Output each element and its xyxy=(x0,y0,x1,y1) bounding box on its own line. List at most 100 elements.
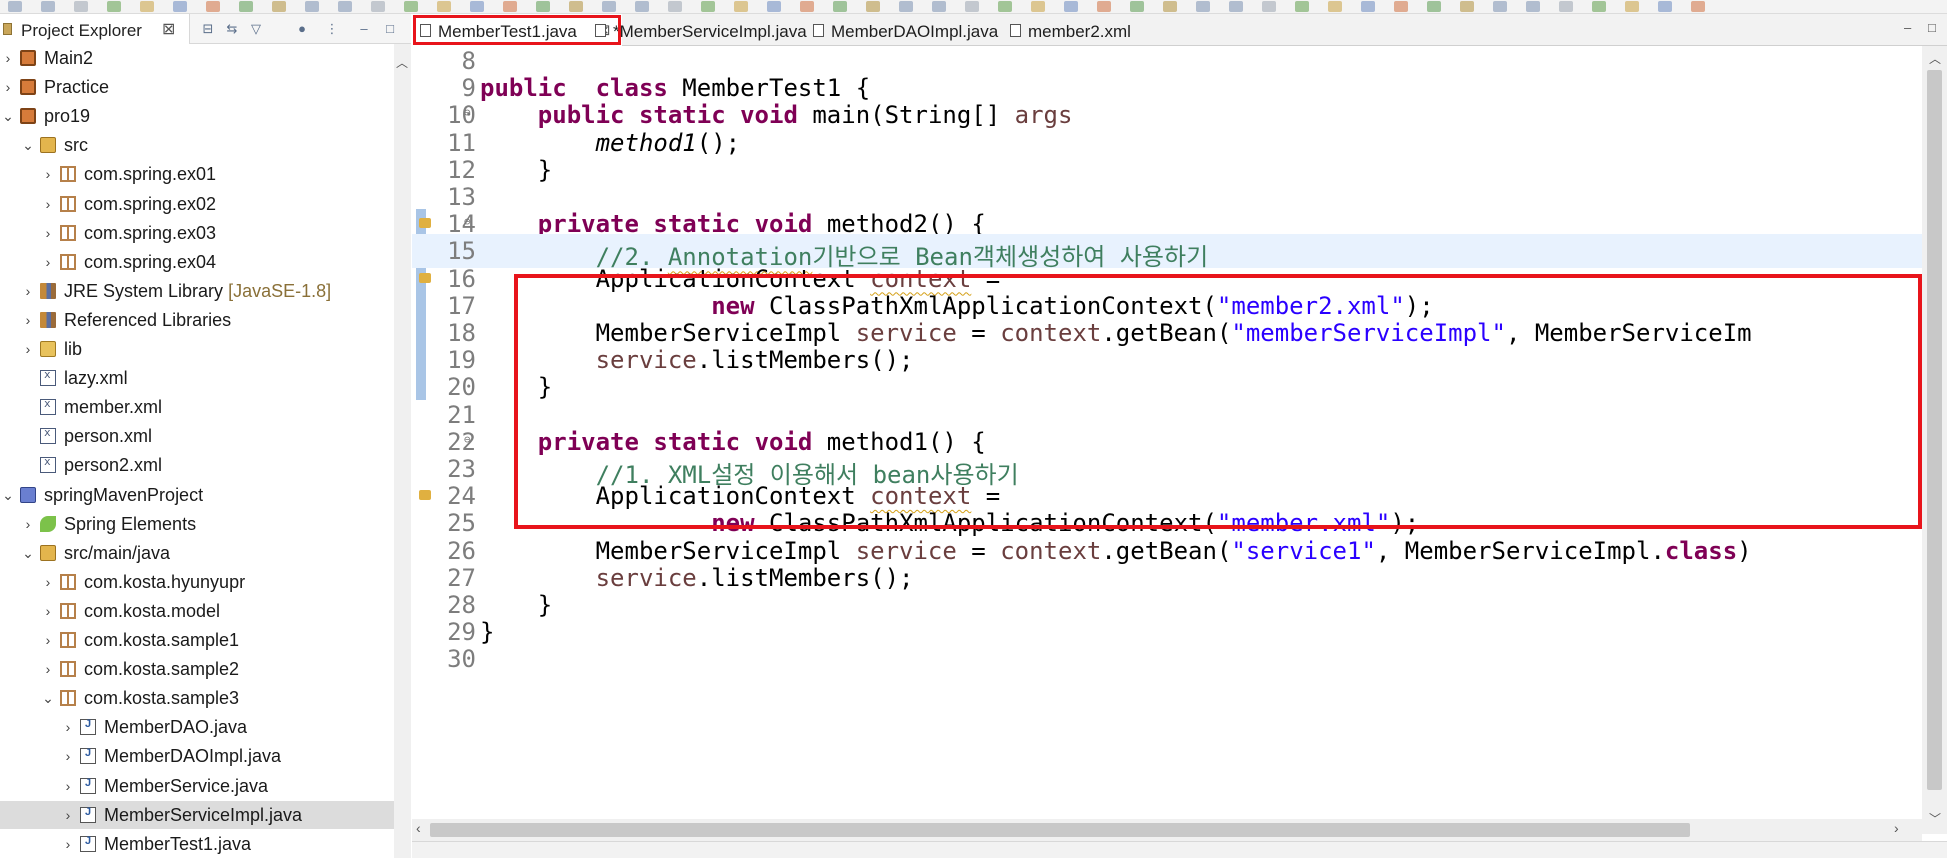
chevron-right-icon[interactable] xyxy=(22,456,34,474)
toolbar-button-icon[interactable] xyxy=(239,1,253,12)
scroll-right-icon[interactable]: › xyxy=(1894,820,1899,836)
toolbar-button-icon[interactable] xyxy=(1262,1,1276,12)
chevron-right-icon[interactable]: › xyxy=(62,718,74,736)
tab-editor-4[interactable]: member2.xml xyxy=(1002,14,1152,46)
toolbar-button-icon[interactable] xyxy=(1427,1,1441,12)
tree-item[interactable]: person2.xml xyxy=(0,451,394,479)
chevron-right-icon[interactable]: › xyxy=(42,224,54,242)
chevron-right-icon[interactable]: › xyxy=(42,195,54,213)
toolbar-button-icon[interactable] xyxy=(1064,1,1078,12)
chevron-down-icon[interactable]: ⌄ xyxy=(22,136,34,154)
toolbar-button-icon[interactable] xyxy=(272,1,286,12)
tree-item[interactable]: ⌄ springMavenProject xyxy=(0,481,394,509)
chevron-right-icon[interactable]: › xyxy=(22,340,34,358)
chevron-right-icon[interactable]: › xyxy=(42,573,54,591)
toolbar-button-icon[interactable] xyxy=(734,1,748,12)
code-editor[interactable]: 8 9 public class MemberTest1 {10 ⊖ public s… xyxy=(412,46,1922,834)
chevron-right-icon[interactable]: › xyxy=(2,78,14,96)
chevron-right-icon[interactable]: › xyxy=(42,602,54,620)
toolbar-button-icon[interactable] xyxy=(1493,1,1507,12)
tree-item[interactable]: › com.spring.ex02 xyxy=(0,190,394,218)
toolbar-button-icon[interactable] xyxy=(1163,1,1177,12)
toolbar-button-icon[interactable] xyxy=(1130,1,1144,12)
tree-item[interactable]: member.xml xyxy=(0,393,394,421)
toolbar-button-icon[interactable] xyxy=(1625,1,1639,12)
scroll-down-icon[interactable]: ﹀ xyxy=(1929,810,1941,827)
tree-item[interactable]: ⌄ src/main/java xyxy=(0,539,394,567)
toolbar-button-icon[interactable] xyxy=(305,1,319,12)
chevron-right-icon[interactable]: › xyxy=(62,747,74,765)
maximize-icon[interactable]: □ xyxy=(1928,20,1936,35)
toolbar-button-icon[interactable] xyxy=(1295,1,1309,12)
toolbar-button-icon[interactable] xyxy=(1658,1,1672,12)
toolbar-button-icon[interactable] xyxy=(965,1,979,12)
toolbar-button-icon[interactable] xyxy=(1592,1,1606,12)
tree-item[interactable]: › MemberDAO.java xyxy=(0,713,394,741)
toolbar-button-icon[interactable] xyxy=(1691,1,1705,12)
chevron-right-icon[interactable]: › xyxy=(22,311,34,329)
toolbar-button-icon[interactable] xyxy=(8,1,22,12)
minimize-icon[interactable]: – xyxy=(1904,20,1911,35)
toolbar-button-icon[interactable] xyxy=(1229,1,1243,12)
chevron-right-icon[interactable] xyxy=(22,369,34,387)
toolbar-button-icon[interactable] xyxy=(998,1,1012,12)
toolbar-button-icon[interactable] xyxy=(1559,1,1573,12)
editor-vertical-scrollbar[interactable]: ︿ ﹀ xyxy=(1922,46,1947,834)
filter-icon[interactable]: ▽ xyxy=(248,21,264,37)
fold-toggle-icon[interactable]: ⊖ xyxy=(464,433,471,446)
toolbar-button-icon[interactable] xyxy=(1328,1,1342,12)
maximize-icon[interactable]: □ xyxy=(382,21,398,37)
project-tree-scrollbar[interactable]: ︿ xyxy=(394,44,411,858)
toolbar-button-icon[interactable] xyxy=(338,1,352,12)
scroll-left-icon[interactable]: ‹ xyxy=(416,820,421,836)
tree-item[interactable]: › MemberServiceImpl.java xyxy=(0,800,394,829)
tree-item[interactable]: lazy.xml xyxy=(0,364,394,392)
tree-item[interactable]: › com.kosta.model xyxy=(0,597,394,625)
toolbar-button-icon[interactable] xyxy=(140,1,154,12)
tree-item[interactable]: person.xml xyxy=(0,422,394,450)
chevron-right-icon[interactable]: › xyxy=(42,253,54,271)
toolbar-button-icon[interactable] xyxy=(1460,1,1474,12)
toolbar-button-icon[interactable] xyxy=(1394,1,1408,12)
tree-item[interactable]: ⌄ src xyxy=(0,131,394,159)
toolbar-button-icon[interactable] xyxy=(1097,1,1111,12)
focus-icon[interactable]: ● xyxy=(294,21,310,37)
toolbar-button-icon[interactable] xyxy=(668,1,682,12)
tree-item[interactable]: › Practice xyxy=(0,73,394,101)
toolbar-button-icon[interactable] xyxy=(866,1,880,12)
toolbar-button-icon[interactable] xyxy=(206,1,220,12)
tree-item[interactable]: › MemberService.java xyxy=(0,772,394,800)
chevron-right-icon[interactable]: › xyxy=(22,282,34,300)
toolbar-button-icon[interactable] xyxy=(173,1,187,12)
toolbar-button-icon[interactable] xyxy=(1361,1,1375,12)
scrollbar-thumb[interactable] xyxy=(1927,70,1942,790)
toolbar-button-icon[interactable] xyxy=(536,1,550,12)
toolbar-button-icon[interactable] xyxy=(503,1,517,12)
tree-item[interactable]: › MemberTest1.java xyxy=(0,830,394,858)
chevron-right-icon[interactable]: › xyxy=(42,660,54,678)
chevron-down-icon[interactable]: ⌄ xyxy=(42,689,54,707)
chevron-down-icon[interactable]: ⌄ xyxy=(2,107,14,125)
toolbar-button-icon[interactable] xyxy=(569,1,583,12)
toolbar-button-icon[interactable] xyxy=(41,1,55,12)
toolbar-button-icon[interactable] xyxy=(701,1,715,12)
editor-horizontal-scrollbar[interactable]: ‹ › xyxy=(412,819,1922,841)
toolbar-button-icon[interactable] xyxy=(800,1,814,12)
tree-item[interactable]: › lib xyxy=(0,335,394,363)
toolbar-button-icon[interactable] xyxy=(371,1,385,12)
chevron-right-icon[interactable]: › xyxy=(42,165,54,183)
tree-item[interactable]: › com.kosta.sample2 xyxy=(0,655,394,683)
chevron-right-icon[interactable]: › xyxy=(62,835,74,853)
tree-item[interactable]: › com.spring.ex04 xyxy=(0,248,394,276)
tab-editor-3[interactable]: MemberDAOImpl.java xyxy=(805,14,1002,46)
tree-item[interactable]: › MemberDAOImpl.java xyxy=(0,742,394,770)
toolbar-button-icon[interactable] xyxy=(932,1,946,12)
toolbar-button-icon[interactable] xyxy=(1196,1,1210,12)
tree-item[interactable]: ⌄ com.kosta.sample3 xyxy=(0,684,394,712)
toolbar-button-icon[interactable] xyxy=(437,1,451,12)
toolbar-button-icon[interactable] xyxy=(899,1,913,12)
tree-item[interactable]: › com.kosta.sample1 xyxy=(0,626,394,654)
toolbar-button-icon[interactable] xyxy=(107,1,121,12)
scrollbar-thumb[interactable] xyxy=(430,823,1690,837)
scroll-up-icon[interactable]: ︿ xyxy=(1929,50,1941,67)
